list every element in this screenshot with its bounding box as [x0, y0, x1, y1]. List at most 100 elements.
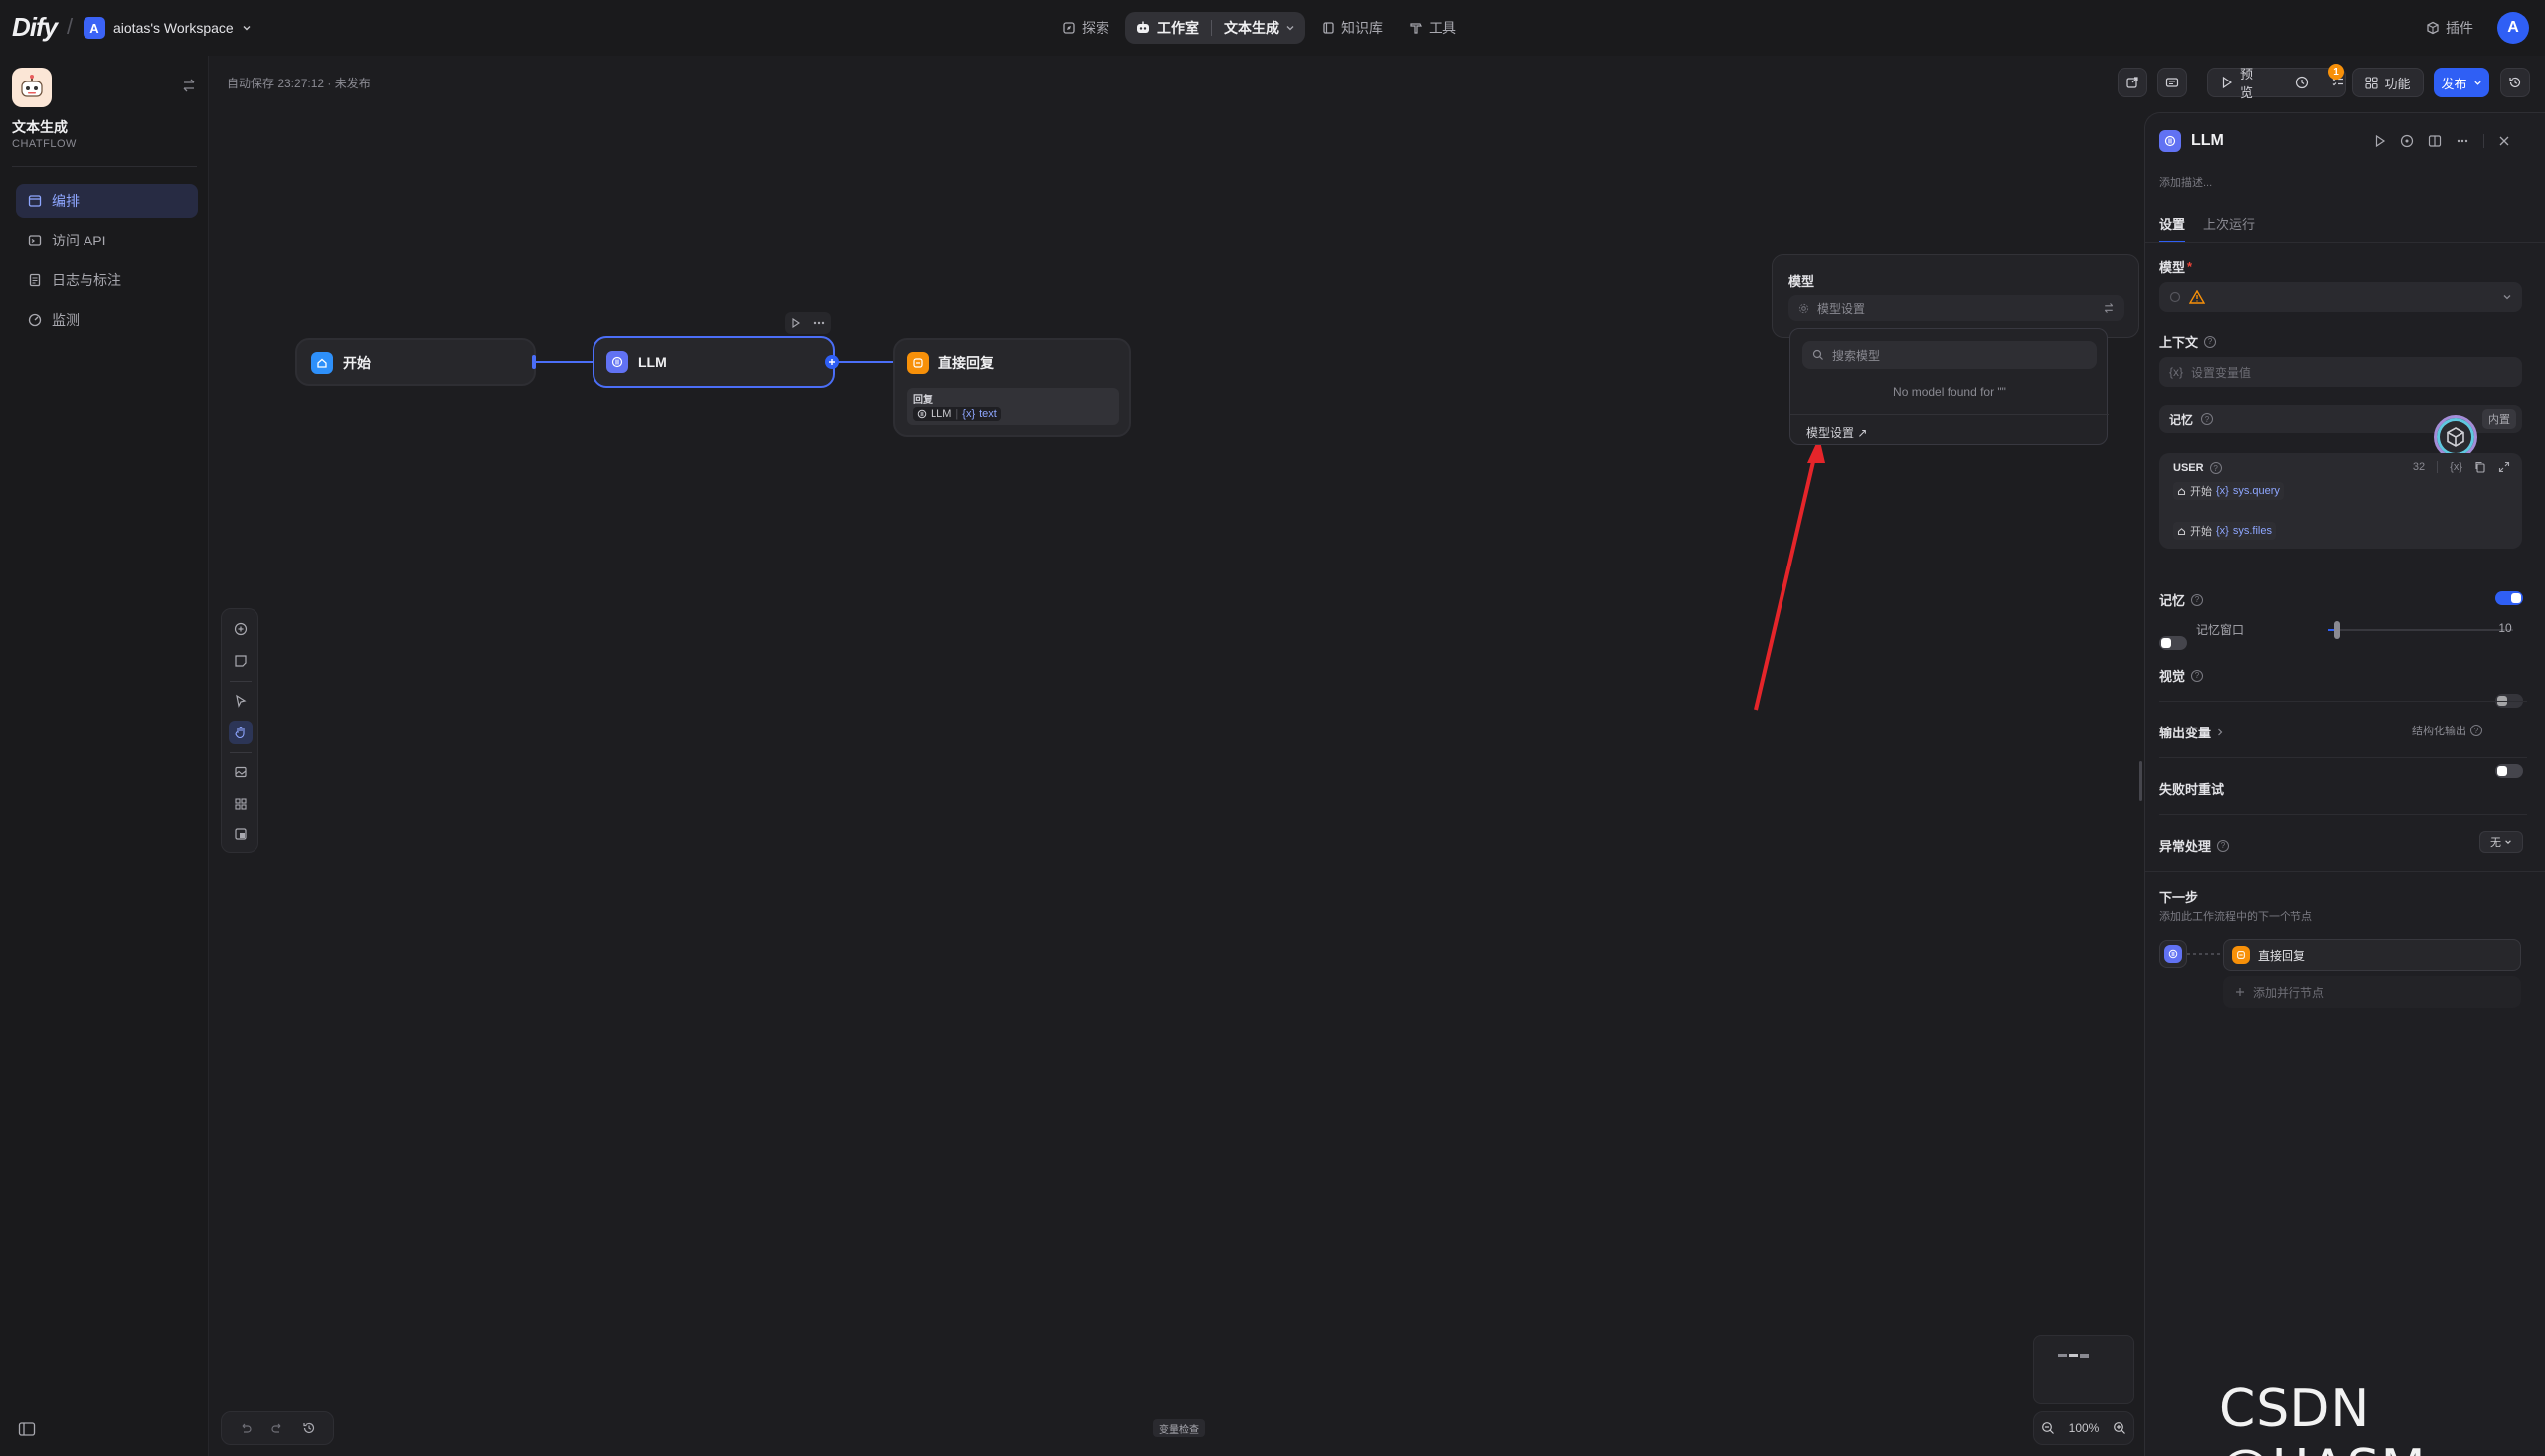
tab-settings[interactable]: 设置 — [2159, 214, 2186, 243]
note-icon[interactable] — [229, 649, 253, 673]
home-icon — [2177, 527, 2186, 536]
answer-field-label: 回复 — [913, 395, 933, 405]
var-reference: LLM | {x} text — [913, 407, 1001, 421]
structured-output-toggle[interactable] — [2495, 764, 2523, 778]
panel-resize-handle[interactable] — [2139, 761, 2142, 801]
home-icon — [311, 352, 333, 374]
help-icon[interactable]: ? — [2201, 413, 2214, 425]
output-vars-label[interactable]: 输出变量 — [2159, 723, 2223, 741]
memory-section-label: 记忆 ? — [2159, 590, 2204, 609]
user-prompt-editor[interactable]: USER ? 32 {x} 开始 {x} sys.query 开始 {x} sy… — [2159, 453, 2522, 549]
model-select-placeholder: 模型设置 — [1817, 301, 1866, 316]
help-icon[interactable]: ? — [2209, 462, 2222, 474]
undo-redo-bar — [221, 1411, 334, 1445]
minimap-preview — [2058, 1354, 2089, 1358]
node-toolbar — [785, 312, 831, 334]
memory-label: 记忆 — [2169, 412, 2194, 427]
help-icon[interactable]: ? — [2191, 593, 2204, 606]
panel-title[interactable]: LLM — [2191, 132, 2224, 150]
next-node-label: 直接回复 — [2258, 948, 2306, 963]
user-role-label: USER — [2173, 462, 2204, 474]
zoom-level[interactable]: 100% — [2069, 1421, 2100, 1435]
token-count: 32 — [2412, 461, 2426, 473]
add-node-icon[interactable] — [229, 617, 253, 641]
minimap[interactable] — [2033, 1335, 2134, 1404]
zoom-in-icon[interactable] — [2113, 1421, 2126, 1435]
split-view-icon[interactable] — [2428, 134, 2442, 148]
node-start[interactable]: 开始 — [295, 338, 536, 386]
memory-window-slider[interactable] — [2328, 621, 2513, 639]
help-circle-icon[interactable] — [2400, 134, 2414, 148]
expand-icon[interactable] — [2498, 461, 2510, 473]
organize-icon[interactable] — [229, 792, 253, 816]
insert-var-icon[interactable]: {x} — [2450, 461, 2462, 473]
next-step-connector — [2187, 953, 2223, 955]
add-parallel-node-button[interactable]: 添加并行节点 — [2223, 976, 2521, 1008]
redo-icon[interactable] — [270, 1421, 284, 1435]
node-title: LLM — [638, 354, 667, 370]
history-icon[interactable] — [302, 1421, 316, 1435]
more-icon[interactable] — [813, 321, 825, 325]
var-check-button[interactable]: 变量检查 — [1153, 1419, 1205, 1437]
node-description-input[interactable]: 添加描述... — [2159, 174, 2212, 190]
node-answer[interactable]: 直接回复 回复 LLM | {x} text — [893, 338, 1131, 437]
tab-last-run[interactable]: 上次运行 — [2203, 214, 2255, 243]
gear-icon — [1798, 303, 1809, 314]
model-settings-link[interactable]: 模型设置 ↗ — [1806, 424, 1867, 441]
ref-var: text — [979, 408, 997, 420]
help-icon[interactable]: ? — [2470, 725, 2482, 736]
model-placeholder-icon — [2169, 291, 2181, 303]
empty-state: No model found for "" — [1893, 385, 2006, 399]
memory-window-toggle[interactable] — [2159, 636, 2187, 650]
error-handling-select[interactable]: 无 — [2479, 831, 2523, 853]
pointer-icon[interactable] — [229, 689, 253, 713]
help-icon[interactable]: ? — [2217, 839, 2230, 852]
model-field-label: 模型 * — [2159, 259, 2193, 275]
start-output-handle[interactable] — [532, 355, 536, 369]
undo-icon[interactable] — [239, 1421, 253, 1435]
structured-output-label: 结构化输出 ? — [2412, 723, 2482, 738]
watermark: CSDN @UASM — [2219, 1379, 2426, 1456]
image-export-icon[interactable] — [229, 760, 253, 784]
search-icon — [1812, 349, 1824, 361]
zoom-out-icon[interactable] — [2041, 1421, 2055, 1435]
popover-title: 模型 — [1788, 274, 1815, 289]
help-icon[interactable]: ? — [2191, 669, 2204, 682]
warning-icon — [2189, 290, 2205, 304]
memory-toggle[interactable] — [2495, 591, 2523, 605]
close-icon[interactable] — [2498, 135, 2510, 147]
add-node-icon[interactable] — [825, 355, 839, 369]
next-step-desc: 添加此工作流程中的下一个节点 — [2159, 911, 2312, 923]
play-icon[interactable] — [791, 318, 800, 328]
node-title: 开始 — [343, 355, 371, 371]
reply-icon — [907, 352, 929, 374]
chevron-down-icon — [2502, 292, 2512, 302]
chevron-down-icon — [2504, 838, 2512, 846]
copy-icon[interactable] — [2474, 461, 2486, 473]
home-icon — [2177, 487, 2186, 496]
var-reference: 开始 {x} sys.files — [2173, 522, 2276, 540]
slider-thumb[interactable] — [2334, 621, 2340, 639]
var-icon: {x} — [2169, 365, 2184, 379]
context-var-input[interactable]: {x} 设置变量值 — [2159, 357, 2522, 387]
error-handling-label: 异常处理 ? — [2159, 836, 2230, 855]
reply-icon — [2232, 946, 2250, 964]
help-icon[interactable]: ? — [2204, 335, 2217, 348]
model-search-input[interactable]: 搜索模型 — [1802, 341, 2097, 369]
hand-icon[interactable] — [229, 721, 253, 744]
model-select[interactable]: 模型设置 — [1788, 295, 2124, 321]
memory-builtin-button[interactable]: 内置 — [2482, 409, 2516, 429]
node-llm[interactable]: LLM — [593, 336, 835, 388]
more-icon[interactable] — [2456, 139, 2469, 143]
var-reference: 开始 {x} sys.query — [2173, 482, 2284, 500]
llm-icon — [2164, 945, 2182, 963]
answer-field: 回复 LLM | {x} text — [907, 388, 1119, 425]
memory-window-label: 记忆窗口 — [2196, 623, 2245, 637]
minimap-toggle-icon[interactable] — [229, 822, 253, 846]
canvas-toolbar — [221, 608, 258, 853]
play-icon[interactable] — [2374, 135, 2386, 147]
model-selector[interactable] — [2159, 282, 2522, 312]
next-node-item[interactable]: 直接回复 — [2223, 939, 2521, 971]
memory-window-value[interactable]: 10 — [2488, 621, 2522, 635]
annotation-arrow — [1754, 452, 1817, 711]
